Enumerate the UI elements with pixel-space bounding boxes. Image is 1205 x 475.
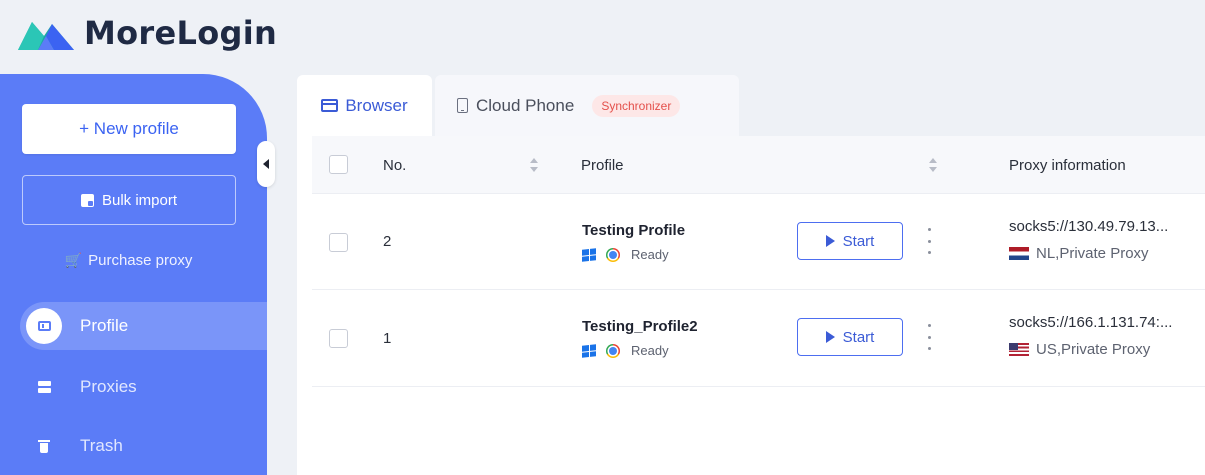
- synchronizer-badge[interactable]: Synchronizer: [592, 94, 681, 117]
- column-header-no: No.: [383, 156, 407, 174]
- windows-icon: [582, 247, 596, 262]
- row-checkbox[interactable]: [329, 233, 348, 252]
- play-icon: [825, 331, 835, 343]
- sidebar: + New profile Bulk import 🛒 Purchase pro…: [0, 74, 267, 475]
- column-header-profile: Profile: [581, 156, 624, 174]
- nl-flag-icon: [1009, 247, 1029, 260]
- start-label: Start: [842, 232, 875, 250]
- row-number: 1: [383, 329, 392, 347]
- sidebar-item-label: Proxies: [80, 377, 137, 396]
- sort-no-icon[interactable]: [530, 158, 538, 172]
- tab-browser[interactable]: Browser: [297, 75, 432, 136]
- proxy-meta: US,Private Proxy: [1009, 341, 1150, 358]
- start-button[interactable]: Start: [797, 222, 903, 260]
- proxy-detail: NL,Private Proxy: [1036, 245, 1149, 262]
- profile-table: No. Profile Proxy information 2 Testing …: [297, 136, 1205, 475]
- play-icon: [825, 235, 835, 247]
- chrome-icon: [606, 247, 620, 262]
- profile-name[interactable]: Testing Profile: [582, 222, 685, 239]
- sidebar-item-profile[interactable]: Profile: [20, 302, 267, 350]
- sidebar-item-label: Trash: [80, 436, 123, 455]
- bulk-import-label: Bulk import: [101, 191, 178, 209]
- bulk-import-button[interactable]: Bulk import: [22, 175, 236, 225]
- profile-status: Ready: [631, 343, 669, 358]
- sidebar-item-proxies[interactable]: Proxies: [20, 363, 267, 411]
- proxies-icon: [26, 369, 62, 405]
- tab-label: Cloud Phone: [476, 95, 575, 115]
- proxy-meta: NL,Private Proxy: [1009, 245, 1149, 262]
- tab-cloud-phone[interactable]: Cloud Phone Synchronizer: [435, 75, 739, 136]
- purchase-proxy-link[interactable]: 🛒 Purchase proxy: [0, 246, 257, 274]
- proxy-address: socks5://166.1.131.74:...: [1009, 314, 1173, 331]
- tab-label: Browser: [345, 95, 408, 115]
- cart-icon: 🛒: [64, 251, 83, 268]
- phone-icon: [457, 98, 468, 113]
- profile-icon: [26, 308, 62, 344]
- more-options-icon[interactable]: [922, 324, 936, 350]
- sidebar-item-trash[interactable]: Trash: [20, 422, 267, 470]
- new-profile-button[interactable]: + New profile: [22, 104, 236, 154]
- table-row: 1 Testing_Profile2 Ready Start socks5://…: [312, 290, 1205, 387]
- profile-status: Ready: [631, 247, 669, 262]
- proxy-detail: US,Private Proxy: [1036, 341, 1151, 358]
- morelogin-logo-icon: [18, 22, 74, 50]
- proxy-address: socks5://130.49.79.13...: [1009, 218, 1169, 235]
- sidebar-collapse-button[interactable]: [257, 141, 275, 187]
- sidebar-item-label: Profile: [80, 316, 129, 335]
- row-checkbox[interactable]: [329, 329, 348, 348]
- table-header: No. Profile Proxy information: [312, 136, 1205, 194]
- select-all-checkbox[interactable]: [329, 155, 348, 174]
- browser-icon: [321, 99, 339, 112]
- profile-meta: Ready: [582, 343, 669, 358]
- purchase-proxy-label: Purchase proxy: [88, 251, 193, 269]
- trash-icon: [26, 428, 62, 464]
- more-options-icon[interactable]: [922, 228, 936, 254]
- sort-profile-icon[interactable]: [929, 158, 937, 172]
- profile-name[interactable]: Testing_Profile2: [582, 318, 698, 335]
- profile-meta: Ready: [582, 247, 669, 262]
- table-row: 2 Testing Profile Ready Start socks5://1…: [312, 194, 1205, 290]
- import-icon: [80, 193, 94, 207]
- us-flag-icon: [1009, 343, 1029, 356]
- brand: MoreLogin: [18, 8, 277, 58]
- chrome-icon: [606, 343, 620, 358]
- start-button[interactable]: Start: [797, 318, 903, 356]
- start-label: Start: [842, 328, 875, 346]
- row-number: 2: [383, 233, 392, 250]
- windows-icon: [582, 343, 596, 358]
- brand-name: MoreLogin: [84, 14, 278, 52]
- column-header-proxy: Proxy information: [1009, 156, 1126, 174]
